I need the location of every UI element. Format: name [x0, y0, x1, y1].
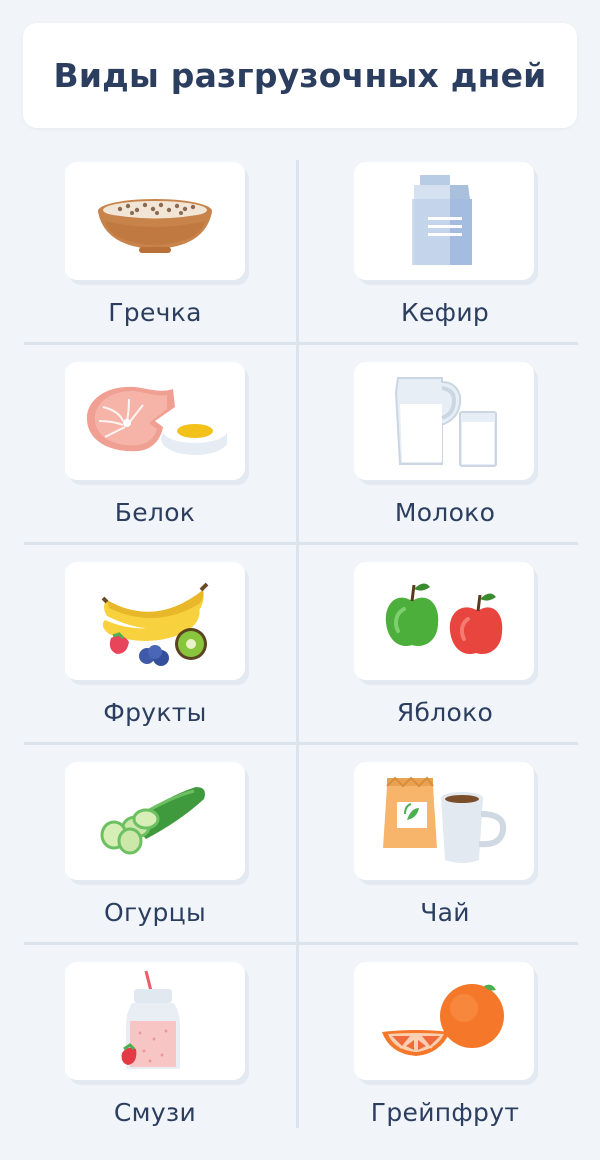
card-cucumber[interactable]: [65, 762, 245, 880]
title-card: Виды разгрузочных дней: [23, 23, 577, 128]
label-buckwheat: Гречка: [108, 298, 202, 327]
cucumber-icon: [100, 787, 205, 855]
card-kefir[interactable]: [354, 162, 534, 280]
buckwheat-bowl-icon: [98, 199, 212, 253]
diet-days-grid: Гречка Кефир Белок Молоко Фрукты Яблоко …: [24, 160, 578, 1128]
label-apple: Яблоко: [396, 698, 494, 727]
apples-icon: [385, 583, 503, 655]
grapefruit-icon: [382, 984, 504, 1056]
card-grapefruit[interactable]: [354, 962, 534, 1080]
label-fruits: Фрукты: [103, 698, 207, 727]
tea-cup-icon: [383, 776, 507, 863]
label-kefir: Кефир: [400, 298, 490, 327]
card-tea[interactable]: [354, 762, 534, 880]
label-milk: Молоко: [394, 498, 496, 527]
card-protein[interactable]: [65, 362, 245, 480]
grid-row: Фрукты Яблоко: [0, 560, 600, 760]
label-cucumber: Огурцы: [103, 898, 207, 927]
smoothie-icon: [121, 970, 180, 1069]
label-grapefruit: Грейпфрут: [370, 1098, 520, 1127]
fruits-icon: [101, 582, 209, 666]
label-protein: Белок: [114, 498, 196, 527]
grid-row: Смузи Грейпфрут: [0, 960, 600, 1160]
page-title: Виды разгрузочных дней: [53, 56, 547, 95]
card-fruits[interactable]: [65, 562, 245, 680]
salmon-egg-icon: [86, 386, 227, 455]
label-smoothie: Смузи: [113, 1098, 197, 1127]
grid-row: Огурцы Чай: [0, 760, 600, 960]
card-buckwheat[interactable]: [65, 162, 245, 280]
card-milk[interactable]: [354, 362, 534, 480]
kefir-carton-icon: [412, 175, 472, 265]
card-apple[interactable]: [354, 562, 534, 680]
grid-row: Гречка Кефир: [0, 160, 600, 360]
label-tea: Чай: [420, 898, 470, 927]
card-smoothie[interactable]: [65, 962, 245, 1080]
milk-jug-icon: [394, 377, 497, 467]
grid-row: Белок Молоко: [0, 360, 600, 560]
